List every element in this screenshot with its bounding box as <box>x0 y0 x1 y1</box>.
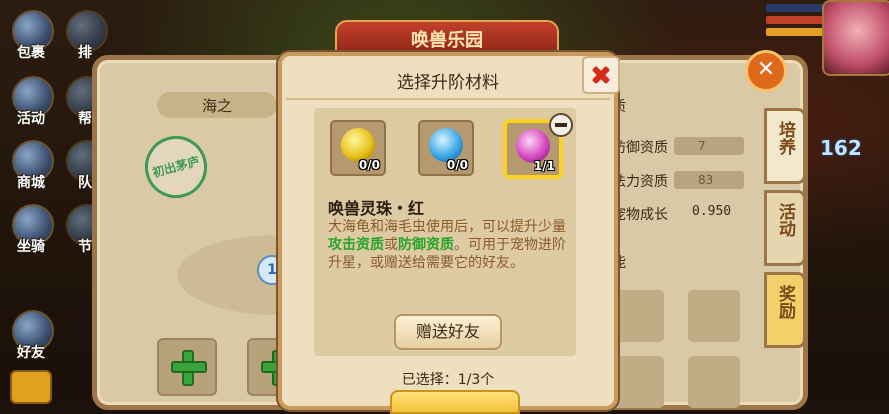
tab-label: 奖励 <box>775 285 795 319</box>
add-slot-button[interactable] <box>157 338 217 396</box>
material-slot-yellow[interactable]: 0/0 <box>330 120 386 176</box>
yellow-orb-icon <box>341 128 375 162</box>
menu-button-shop[interactable]: 商城 <box>8 138 54 194</box>
blue-orb-icon <box>429 128 463 162</box>
menu-label: 商城 <box>17 175 45 191</box>
menu-button-mount[interactable]: 坐骑 <box>8 202 54 258</box>
skill-slot[interactable] <box>688 290 740 342</box>
item-name: 唤兽灵珠・红 <box>328 199 425 218</box>
description-highlight: 防御资质 <box>398 237 454 253</box>
banner-title: 唤兽乐园 <box>411 30 483 51</box>
material-count: 0/0 <box>446 158 468 172</box>
close-icon[interactable] <box>582 56 620 94</box>
selected-count: 已选择：1/3个 <box>401 372 495 388</box>
stat-value: 0.950 <box>692 204 732 219</box>
chat-icon[interactable] <box>10 370 52 404</box>
stat-label: 宠物成长 <box>612 207 668 223</box>
skill-slot[interactable] <box>688 356 740 408</box>
resource-bars <box>766 0 826 40</box>
material-slot-blue[interactable]: 0/0 <box>418 120 474 176</box>
menu-label: 好友 <box>17 345 45 361</box>
tab-label: 培养 <box>775 121 795 155</box>
menu-label: 坐骑 <box>17 239 45 255</box>
stat-label: 防御资质 <box>612 140 668 156</box>
material-select-dialog: 选择升阶材料 0/0 0/0 1/1 唤兽灵珠・红 大海龟和海毛虫使用后，可以提… <box>278 52 620 414</box>
plus-icon <box>171 350 207 386</box>
item-description: 大海龟和海毛虫使用后，可以提升少量攻击资质或防御资质。可用于宠物进阶升星，或赠送… <box>328 218 573 272</box>
menu-button-event[interactable]: 活动 <box>8 74 54 130</box>
stat-value: 7 <box>674 137 744 155</box>
material-count: 0/0 <box>358 158 380 172</box>
resource-bar <box>766 4 826 12</box>
resource-bar <box>766 16 826 24</box>
tab-cultivate[interactable]: 培养 <box>764 108 806 184</box>
player-avatar[interactable] <box>822 0 889 76</box>
pet-name: 海之 <box>201 97 232 115</box>
left-menu: 包裹 排 活动 帮 商城 队 坐骑 节 好友 <box>0 0 108 404</box>
menu-label: 活动 <box>17 111 45 127</box>
red-orb-icon <box>516 129 550 163</box>
menu-button-friends[interactable]: 好友 <box>8 308 54 364</box>
dialog-title: 选择升阶材料 <box>397 73 499 93</box>
skill-slot[interactable] <box>612 290 664 342</box>
panel-close-button[interactable]: ✕ <box>745 50 787 92</box>
material-count: 1/1 <box>533 159 555 173</box>
pet-name-plate: 海之 <box>157 92 277 118</box>
tab-event[interactable]: 活动 <box>764 190 806 266</box>
minus-icon[interactable] <box>549 113 573 137</box>
level-number: 162 <box>820 136 862 160</box>
description-highlight: 攻击资质 <box>328 237 384 253</box>
material-slot-red[interactable]: 1/1 <box>504 113 573 178</box>
gift-friend-button[interactable]: 赠送好友 <box>394 314 502 350</box>
menu-button-bag[interactable]: 包裹 <box>8 8 54 64</box>
description-text: 大海龟和海毛虫使用后，可以提升少量 <box>328 219 566 235</box>
tab-label: 活动 <box>775 203 795 237</box>
dialog-header: 选择升阶材料 <box>286 60 610 100</box>
confirm-button[interactable] <box>390 390 520 414</box>
skill-slot[interactable] <box>612 356 664 408</box>
stat-label: 法力资质 <box>612 174 668 190</box>
tab-reward[interactable]: 奖励 <box>764 272 806 348</box>
menu-label: 包裹 <box>17 45 45 61</box>
stat-value: 83 <box>674 171 744 189</box>
description-text: 或 <box>384 237 398 253</box>
material-panel: 0/0 0/0 1/1 唤兽灵珠・红 大海龟和海毛虫使用后，可以提升少量攻击资质… <box>314 108 576 356</box>
resource-bar <box>766 28 826 36</box>
rank-seal: 初出茅庐 <box>138 129 214 205</box>
